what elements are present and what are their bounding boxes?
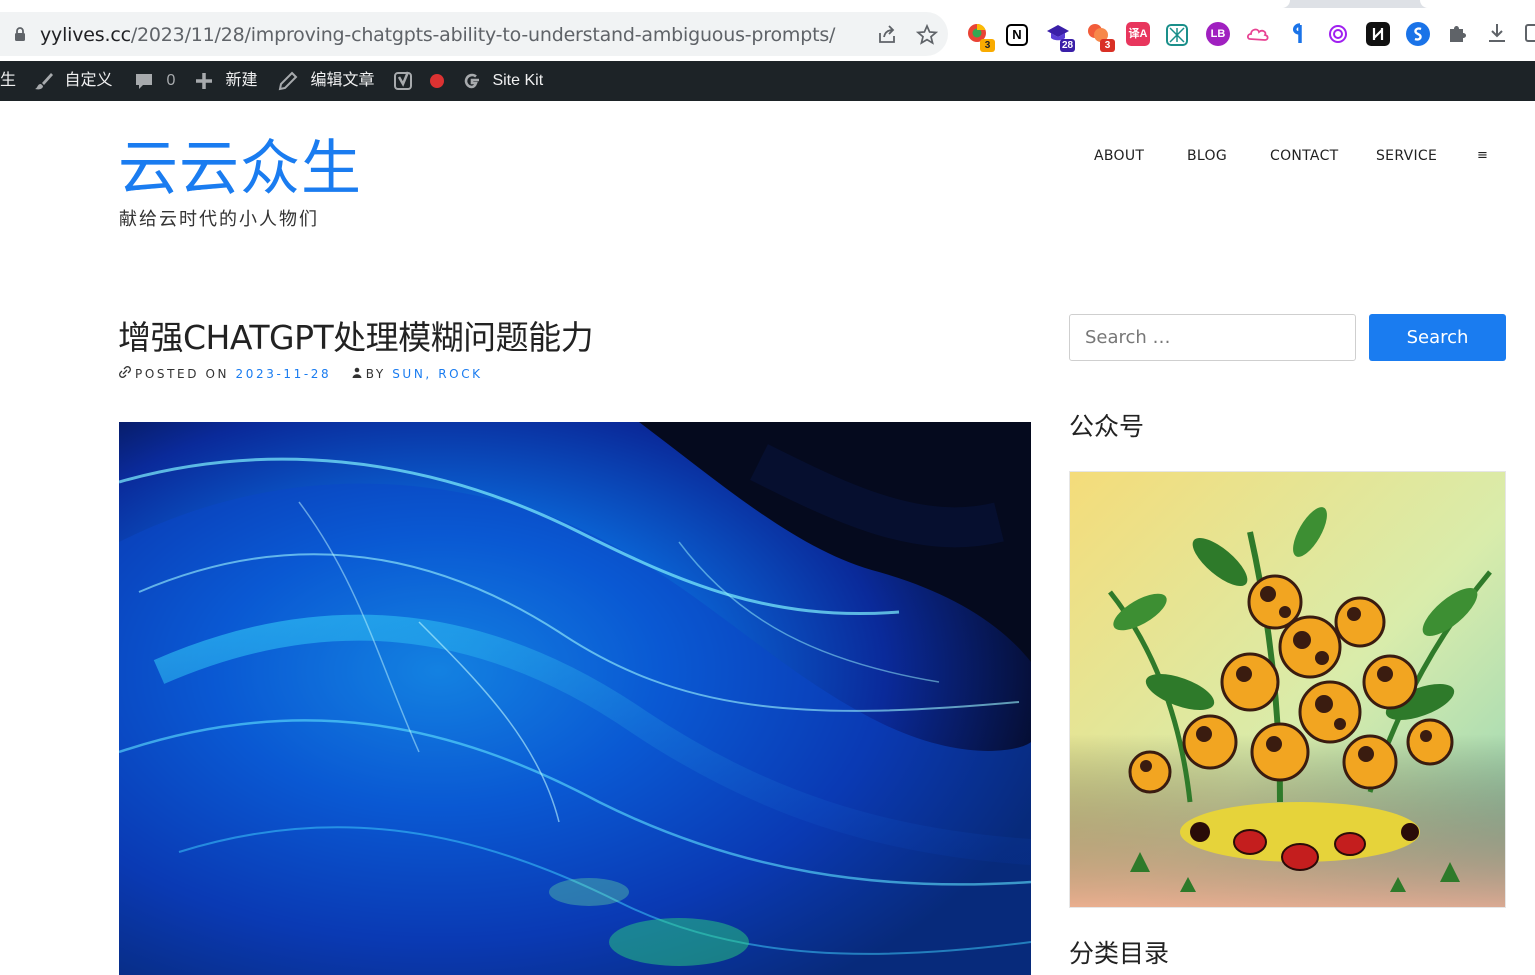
wechat-image [1069,471,1506,908]
browser-toolbar: yylives.cc/2023/11/28/improving-chatgpts… [0,8,1535,61]
admin-comments-link[interactable]: 0 [134,61,175,101]
admin-sitekit-link[interactable]: Site Kit [462,61,543,101]
admin-site-name[interactable]: 生 [0,61,16,101]
nav-service[interactable]: SERVICE [1376,148,1437,164]
nav-contact[interactable]: CONTACT [1270,148,1339,164]
featured-image [119,422,1031,975]
search-input[interactable] [1069,314,1356,361]
admin-comments-count: 0 [166,72,176,89]
ext-blue-mark-icon[interactable] [1286,22,1310,46]
site-title[interactable]: 云云众生 [118,134,362,204]
widget-title-wechat: 公众号 [1069,412,1145,441]
post-meta: POSTED ON 2023-11-28 BY SUN, ROCK [119,366,483,381]
link-icon [119,366,131,378]
ext-translate-icon[interactable]: 译A [1126,22,1150,46]
bookmark-star-icon[interactable] [916,24,938,46]
ext-cloud-icon[interactable] [1246,22,1270,46]
google-g-icon [464,73,479,89]
post-date-link[interactable]: 2023-11-28 [236,367,332,381]
admin-sitekit-label: Site Kit [492,72,544,89]
brush-icon [35,72,53,90]
ext-purple-icon[interactable]: LB [1206,22,1230,46]
ext-badge: 28 [1060,39,1075,52]
admin-edit-post-label: 编辑文章 [310,72,375,89]
url-path: /2023/11/28/improving-chatgpts-ability-t… [130,24,836,46]
ext-badge: 3 [980,39,995,52]
nav-blog[interactable]: BLOG [1187,148,1227,164]
ext-openai-icon[interactable] [1326,22,1350,46]
by-label: BY [365,367,386,381]
nav-about[interactable]: ABOUT [1094,148,1144,164]
wp-admin-bar: 生 自定义 0 新建 编辑文章 Site Kit [0,61,1535,101]
admin-customize-label: 自定义 [64,72,113,89]
side-panel-icon[interactable] [1524,22,1535,44]
ext-pattern-icon[interactable] [1166,24,1188,46]
ext-graduation-icon[interactable]: 28 [1046,22,1075,52]
admin-edit-post-link[interactable]: 编辑文章 [278,61,374,101]
posted-on-label: POSTED ON [135,367,230,381]
post-author-link[interactable]: SUN, ROCK [392,367,482,381]
address-bar[interactable]: yylives.cc/2023/11/28/improving-chatgpts… [0,12,948,56]
ext-blue-circle-icon[interactable] [1406,22,1430,46]
ext-chrome-icon[interactable]: 3 [966,22,995,52]
admin-new-link[interactable]: 新建 [195,61,257,101]
ext-badge: 3 [1100,39,1115,52]
widget-title-categories: 分类目录 [1069,939,1170,968]
admin-new-label: 新建 [225,72,258,89]
ext-black-icon[interactable] [1366,22,1390,46]
post-title: 增强CHATGPT处理模糊问题能力 [118,318,594,357]
ext-notion-icon[interactable]: N [1006,24,1028,46]
active-tab[interactable] [0,0,1290,8]
share-icon[interactable] [876,24,898,46]
site-tagline: 献给云时代的小人物们 [119,209,319,230]
url-text[interactable]: yylives.cc/2023/11/28/improving-chatgpts… [40,24,835,46]
ladybug-illustration-image [1070,472,1505,907]
menu-toggle-icon[interactable]: ≡ [1477,148,1488,163]
admin-customize-link[interactable]: 自定义 [34,61,112,101]
extensions-puzzle-icon[interactable] [1446,22,1468,44]
search-button[interactable]: Search [1369,314,1506,361]
download-icon[interactable] [1486,22,1508,44]
tab-strip [0,0,1535,8]
tab-edge [1420,0,1535,8]
pencil-icon [278,71,298,91]
author-icon [352,367,362,378]
abstract-blue-texture-image [119,422,1031,975]
lock-icon[interactable] [14,27,26,41]
yoast-icon [394,71,412,90]
seo-status-dot-icon [430,73,445,88]
comment-bubble-icon [136,73,152,89]
ext-red-icon[interactable]: 3 [1086,22,1115,52]
admin-yoast-link[interactable] [393,61,445,101]
plus-icon [196,72,212,89]
url-host: yylives.cc [40,24,131,46]
